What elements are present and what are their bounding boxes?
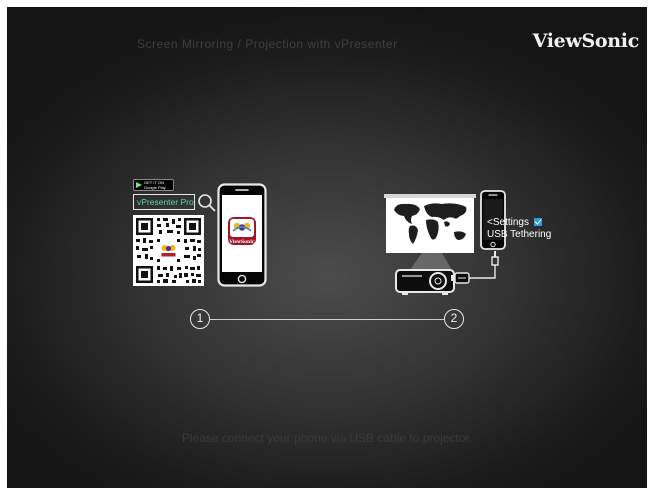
search-icon xyxy=(198,194,216,212)
brand-logo: ViewSonic xyxy=(532,30,640,52)
settings-label: <Settings xyxy=(487,217,542,228)
qr-code xyxy=(133,215,204,286)
qr-center-logo xyxy=(160,242,177,259)
usb-tethering-label: USB Tethering xyxy=(487,229,552,240)
vpresenter-app-icon: ViewSonic xyxy=(228,217,256,245)
checkbox-checked-icon xyxy=(533,218,542,226)
step-connector-line xyxy=(210,319,444,320)
google-play-badge: GET IT ON Google Play xyxy=(133,179,174,191)
play-icon xyxy=(136,182,142,188)
instruction-text: Please connect your phone via USB cable … xyxy=(181,431,473,445)
badge-store-name: Google Play xyxy=(144,184,166,190)
step-2-indicator: 2 xyxy=(444,309,464,329)
app-search-box: vPresenter Pro xyxy=(133,194,195,210)
phone-with-app: ViewSonic xyxy=(217,183,267,287)
projection-screen xyxy=(384,194,476,253)
app-icon-label: ViewSonic xyxy=(228,240,255,245)
settings-text: <Settings xyxy=(487,217,529,228)
usb-plug-icon xyxy=(451,272,470,284)
step-1-indicator: 1 xyxy=(190,309,210,329)
search-text: vPresenter Pro xyxy=(137,197,194,207)
projector-screen: Screen Mirroring / Projection with vPres… xyxy=(7,7,647,488)
usb-cable xyxy=(451,251,499,284)
page-subtitle: Screen Mirroring / Projection with vPres… xyxy=(137,37,398,51)
